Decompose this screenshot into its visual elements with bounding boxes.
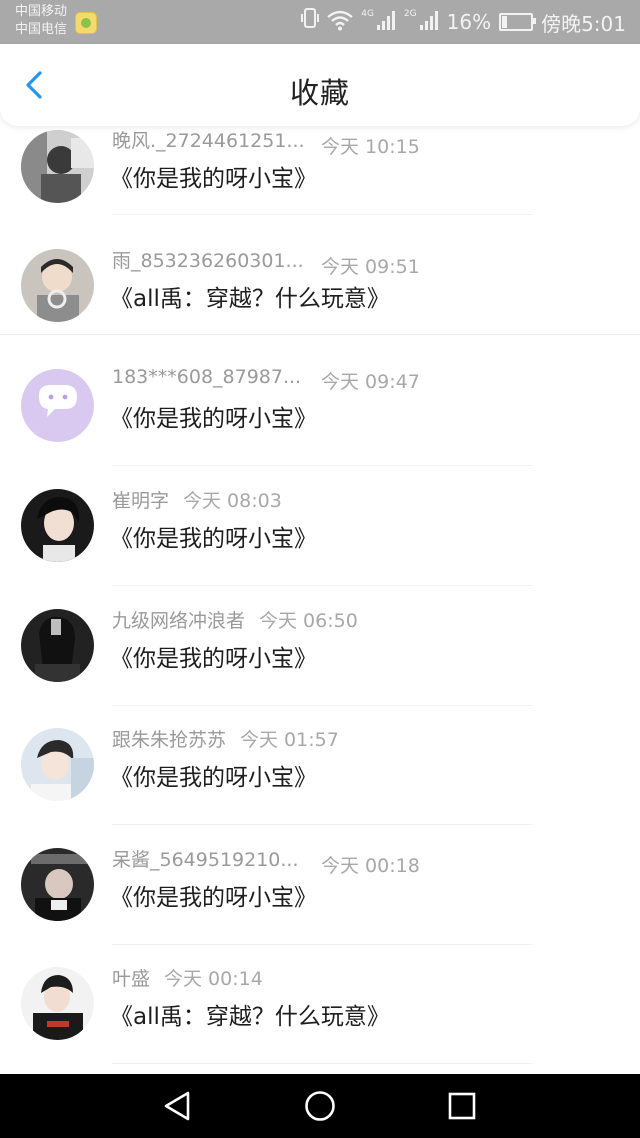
divider <box>112 824 532 825</box>
circle-home-icon <box>305 1091 335 1121</box>
username[interactable]: 崔明字 <box>112 490 169 512</box>
carrier-1: 中国移动 <box>15 4 68 19</box>
avatar <box>21 369 94 442</box>
page-title: 收藏 <box>289 76 350 110</box>
item-meta: 跟朱朱抢苏苏 今天 01:57 <box>112 725 339 752</box>
divider <box>112 1063 532 1064</box>
avatar <box>21 728 94 801</box>
list-item[interactable]: 晚风._2724461251... 今天 10:15 《你是我的呀小宝》 <box>0 126 640 233</box>
timestamp: 今天 09:51 <box>321 256 420 278</box>
story-title[interactable]: 《你是我的呀小宝》 <box>110 519 317 553</box>
list-item[interactable]: 九级网络冲浪者 今天 06:50 《你是我的呀小宝》 <box>0 594 640 713</box>
triangle-back-icon <box>164 1091 190 1121</box>
divider <box>112 585 532 586</box>
item-meta: 183***608_87987... 今天 09:47 <box>112 366 420 394</box>
divider <box>0 334 640 335</box>
story-title[interactable]: 《all禹：穿越？什么玩意》 <box>110 279 390 313</box>
avatar <box>21 249 94 322</box>
story-title[interactable]: 《你是我的呀小宝》 <box>110 639 317 673</box>
wifi-icon <box>327 9 353 36</box>
divider <box>112 944 532 945</box>
timestamp: 今天 00:18 <box>321 855 420 877</box>
item-meta: 崔明字 今天 08:03 <box>112 486 282 513</box>
timestamp: 今天 08:03 <box>183 490 282 512</box>
notification-app-icon <box>75 12 97 34</box>
list-item[interactable]: 183***608_87987... 今天 09:47 《你是我的呀小宝》 <box>0 354 640 473</box>
status-icons: 4G 2G 16% 傍晚5:01 <box>301 7 626 38</box>
username[interactable]: 九级网络冲浪者 <box>112 610 245 632</box>
story-title[interactable]: 《all禹：穿越？什么玩意》 <box>110 997 390 1031</box>
story-title[interactable]: 《你是我的呀小宝》 <box>110 159 317 193</box>
network-2g-label: 2G <box>403 9 417 19</box>
item-meta: 晚风._2724461251... 今天 10:15 <box>112 126 420 159</box>
story-title[interactable]: 《你是我的呀小宝》 <box>110 399 317 433</box>
nav-recents-button[interactable] <box>444 1088 480 1124</box>
battery-icon <box>499 13 537 31</box>
avatar <box>21 609 94 682</box>
title-bar: 收藏 <box>0 44 640 126</box>
carrier-2: 中国电信 <box>15 22 68 37</box>
item-meta: 呆酱_5649519210... 今天 00:18 <box>112 845 420 878</box>
divider <box>112 705 532 706</box>
avatar <box>21 130 94 203</box>
nav-back-button[interactable] <box>160 1088 196 1124</box>
item-meta: 九级网络冲浪者 今天 06:50 <box>112 606 358 633</box>
story-title[interactable]: 《你是我的呀小宝》 <box>110 878 317 912</box>
network-4g-label: 4G <box>361 9 374 19</box>
avatar <box>21 489 94 562</box>
list-item[interactable]: 雨_853236260301... 今天 09:51 《all禹：穿越？什么玩意》 <box>0 234 640 353</box>
divider <box>112 465 532 466</box>
divider <box>112 214 532 215</box>
avatar <box>21 848 94 921</box>
username[interactable]: 叶盛 <box>112 968 150 990</box>
default-avatar-icon <box>21 369 94 442</box>
signal-icon <box>376 9 396 36</box>
list-item[interactable]: 呆酱_5649519210... 今天 00:18 《你是我的呀小宝》 <box>0 833 640 952</box>
timestamp: 今天 09:47 <box>321 371 420 393</box>
system-nav-bar <box>0 1074 640 1138</box>
item-meta: 叶盛 今天 00:14 <box>112 964 263 991</box>
list-item[interactable]: 崔明字 今天 08:03 《你是我的呀小宝》 <box>0 474 640 593</box>
signal-icon-2 <box>419 9 439 36</box>
timestamp: 今天 10:15 <box>321 136 420 158</box>
list-item[interactable]: 叶盛 今天 00:14 《all禹：穿越？什么玩意》 <box>0 952 640 1071</box>
vibrate-icon <box>301 7 320 38</box>
timestamp: 今天 01:57 <box>240 729 339 751</box>
timestamp: 今天 00:14 <box>164 968 263 990</box>
battery-percent: 16% <box>446 10 492 34</box>
username[interactable]: 晚风._2724461251... <box>112 126 307 153</box>
nav-home-button[interactable] <box>302 1088 338 1124</box>
username[interactable]: 呆酱_5649519210... <box>112 845 307 872</box>
username[interactable]: 跟朱朱抢苏苏 <box>112 729 226 751</box>
list-item[interactable]: 跟朱朱抢苏苏 今天 01:57 《你是我的呀小宝》 <box>0 713 640 832</box>
avatar <box>21 967 94 1040</box>
status-bar: 中国移动 中国电信 4G 2G 16% 傍晚5:01 <box>0 0 640 44</box>
square-recents-icon <box>448 1092 476 1120</box>
username[interactable]: 雨_853236260301... <box>112 246 307 273</box>
item-meta: 雨_853236260301... 今天 09:51 <box>112 246 420 279</box>
username[interactable]: 183***608_87987... <box>112 366 307 388</box>
carrier-info: 中国移动 中国电信 <box>15 3 67 39</box>
favorites-list[interactable]: 晚风._2724461251... 今天 10:15 《你是我的呀小宝》 雨_85… <box>0 126 640 1074</box>
timestamp: 今天 06:50 <box>259 610 358 632</box>
clock: 傍晚5:01 <box>541 11 626 36</box>
story-title[interactable]: 《你是我的呀小宝》 <box>110 758 317 792</box>
